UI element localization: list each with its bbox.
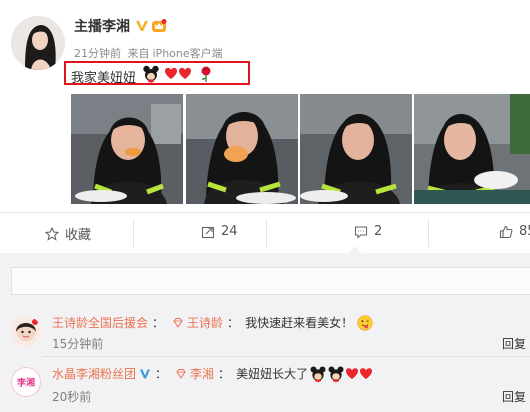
rose-icon: [201, 66, 211, 82]
mickey-icon: [328, 366, 344, 382]
repost-button[interactable]: 24: [201, 224, 238, 239]
comment-input[interactable]: [11, 267, 530, 295]
comment-divider: [42, 356, 530, 357]
comment-icon: [354, 225, 368, 239]
post-photo-3[interactable]: [300, 94, 412, 204]
source-link[interactable]: iPhone客户端: [153, 47, 223, 60]
colon-separator: ：: [155, 367, 168, 381]
post-photo-1[interactable]: [71, 94, 183, 204]
comment-item: 水晶李湘粉丝团 ： 李湘 ： 美妞妞长大了: [52, 365, 382, 382]
like-button[interactable]: 85: [499, 224, 530, 239]
post-emoji-row: [143, 65, 211, 83]
member-crown-icon[interactable]: [151, 18, 167, 34]
colon-separator: ：: [218, 367, 231, 381]
mention-diamond-icon: [176, 368, 186, 379]
heart-icon: [165, 67, 177, 79]
commenter-avatar[interactable]: 李湘: [11, 367, 41, 397]
repost-icon: [201, 226, 215, 238]
fan-club-logo-text: 李湘: [16, 377, 35, 389]
reply-button[interactable]: 回复: [502, 335, 526, 352]
mention-diamond-icon: [173, 317, 183, 328]
post-text: 我家美妞妞: [71, 71, 137, 86]
action-separator: [133, 219, 134, 247]
mickey-icon: [310, 366, 326, 382]
reply-button[interactable]: 回复: [502, 388, 526, 405]
comment-username[interactable]: 水晶李湘粉丝团: [52, 365, 136, 382]
heart-icon: [360, 367, 373, 379]
comment-text: 我快速赶来看美女！: [245, 316, 354, 330]
action-bar-divider: [0, 212, 530, 213]
favorite-button[interactable]: 收藏: [45, 224, 91, 243]
verified-blue-v-icon: [140, 369, 151, 378]
post-meta: 21分钟前 来自 iPhone客户端: [74, 45, 226, 61]
action-separator: [266, 219, 267, 247]
comment-time: 20秒前: [52, 390, 92, 404]
comment-count: 2: [374, 224, 383, 239]
comment-mention[interactable]: 李湘: [190, 365, 214, 382]
author-name[interactable]: 主播李湘: [74, 16, 130, 36]
tongue-face-icon: [357, 314, 373, 331]
heart-icon: [179, 67, 191, 79]
colon-separator: ：: [227, 316, 240, 330]
author-avatar[interactable]: [11, 16, 65, 70]
comment-item: 王诗龄全国后援会 ： 王诗龄 ： 我快速赶来看美女！: [52, 314, 373, 331]
post-time[interactable]: 21分钟前: [74, 47, 121, 60]
post-photo-4[interactable]: [414, 94, 530, 204]
comment-text: 美妞妞长大了: [236, 367, 309, 381]
comment-time: 15分钟前: [52, 337, 104, 351]
star-icon: [45, 226, 59, 241]
colon-separator: ：: [152, 316, 165, 330]
repost-count: 24: [221, 224, 238, 239]
action-separator: [428, 219, 429, 247]
commenter-avatar[interactable]: [11, 316, 41, 346]
comment-emoji-row: [310, 366, 373, 382]
post-photo-2[interactable]: [186, 94, 298, 204]
source-prefix: 来自: [127, 47, 150, 60]
verified-v-icon: [136, 21, 148, 31]
heart-icon: [346, 367, 359, 379]
comment-mention[interactable]: 王诗龄: [187, 314, 223, 331]
like-count: 85: [519, 224, 530, 239]
comment-username[interactable]: 王诗龄全国后援会: [52, 314, 148, 331]
mickey-icon: [143, 65, 159, 83]
comment-button[interactable]: 2: [354, 224, 382, 239]
favorite-label: 收藏: [65, 228, 92, 243]
comments-caret: [348, 246, 362, 253]
thumbs-up-icon: [499, 225, 513, 238]
